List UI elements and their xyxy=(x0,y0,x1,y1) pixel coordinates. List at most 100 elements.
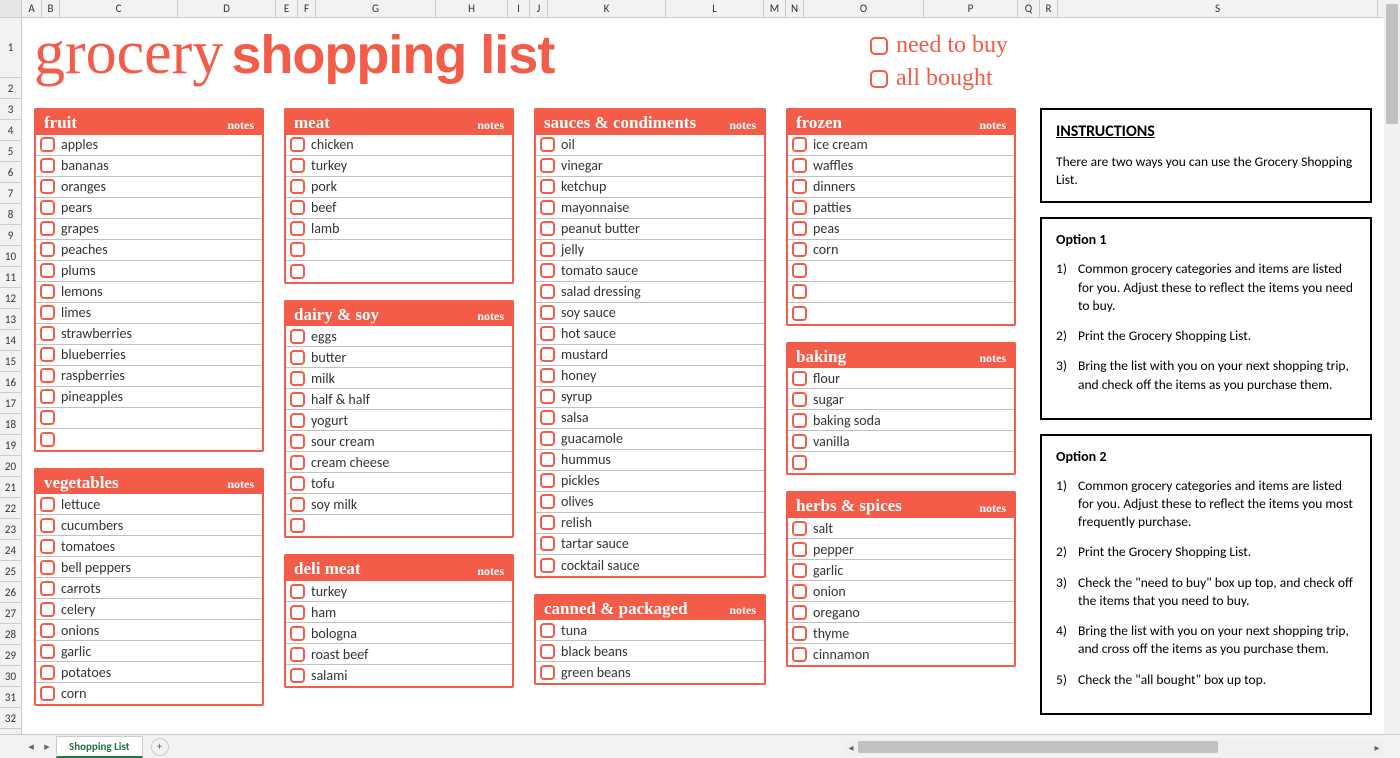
row-header[interactable]: 5 xyxy=(0,141,21,162)
row-header[interactable]: 19 xyxy=(0,435,21,456)
checkbox-icon[interactable] xyxy=(792,263,807,278)
row-header[interactable]: 12 xyxy=(0,288,21,309)
column-header[interactable]: J xyxy=(530,0,548,17)
list-item[interactable] xyxy=(286,240,512,261)
list-item[interactable] xyxy=(788,261,1014,282)
select-all-corner[interactable] xyxy=(0,0,22,17)
checkbox-icon[interactable] xyxy=(540,137,555,152)
checkbox-icon[interactable] xyxy=(540,431,555,446)
column-header[interactable]: C xyxy=(60,0,178,17)
list-item[interactable]: roast beef xyxy=(286,644,512,665)
checkbox-icon[interactable] xyxy=(540,473,555,488)
checkbox-icon[interactable] xyxy=(540,536,555,551)
checkbox-icon[interactable] xyxy=(792,392,807,407)
checkbox-icon[interactable] xyxy=(40,368,55,383)
column-header[interactable]: I xyxy=(508,0,530,17)
column-header[interactable]: G xyxy=(316,0,436,17)
checkbox-icon[interactable] xyxy=(540,347,555,362)
list-item[interactable]: blueberries xyxy=(36,345,262,366)
list-item[interactable]: plums xyxy=(36,261,262,282)
list-item[interactable] xyxy=(788,303,1014,324)
checkbox-icon[interactable] xyxy=(290,476,305,491)
list-item[interactable]: grapes xyxy=(36,219,262,240)
list-item[interactable]: ketchup xyxy=(536,177,764,198)
list-item[interactable]: pepper xyxy=(788,539,1014,560)
checkbox-icon[interactable] xyxy=(40,497,55,512)
checkbox-icon[interactable] xyxy=(40,200,55,215)
checkbox-icon[interactable] xyxy=(290,242,305,257)
row-header[interactable]: 31 xyxy=(0,687,21,708)
list-item[interactable]: honey xyxy=(536,366,764,387)
list-item[interactable]: garlic xyxy=(36,641,262,662)
checkbox-icon[interactable] xyxy=(290,647,305,662)
checkbox-icon[interactable] xyxy=(792,413,807,428)
list-item[interactable]: ice cream xyxy=(788,135,1014,156)
checkbox-icon[interactable] xyxy=(792,242,807,257)
list-item[interactable]: salsa xyxy=(536,408,764,429)
checkbox-icon[interactable] xyxy=(792,521,807,536)
row-header[interactable]: 3 xyxy=(0,99,21,120)
row-header[interactable]: 16 xyxy=(0,372,21,393)
list-item[interactable]: mustard xyxy=(536,345,764,366)
checkbox-icon[interactable] xyxy=(40,518,55,533)
row-header[interactable]: 13 xyxy=(0,309,21,330)
checkbox-icon[interactable] xyxy=(40,347,55,362)
list-item[interactable]: waffles xyxy=(788,156,1014,177)
list-item[interactable]: salt xyxy=(788,518,1014,539)
list-item[interactable]: lemons xyxy=(36,282,262,303)
list-item[interactable]: beef xyxy=(286,198,512,219)
column-header[interactable]: H xyxy=(436,0,508,17)
list-item[interactable]: pork xyxy=(286,177,512,198)
list-item[interactable]: cucumbers xyxy=(36,515,262,536)
checkbox-icon[interactable] xyxy=(290,221,305,236)
list-item[interactable] xyxy=(788,452,1014,473)
checkbox-icon[interactable] xyxy=(290,584,305,599)
list-item[interactable]: tomatoes xyxy=(36,536,262,557)
checkbox-icon[interactable] xyxy=(540,558,555,573)
list-item[interactable] xyxy=(286,261,512,282)
checkbox-icon[interactable] xyxy=(290,626,305,641)
checkbox-icon[interactable] xyxy=(290,179,305,194)
list-item[interactable]: corn xyxy=(36,683,262,704)
list-item[interactable]: bell peppers xyxy=(36,557,262,578)
checkbox-icon[interactable] xyxy=(40,179,55,194)
checkbox-icon[interactable] xyxy=(540,326,555,341)
list-item[interactable]: potatoes xyxy=(36,662,262,683)
list-item[interactable]: cream cheese xyxy=(286,452,512,473)
row-header[interactable]: 26 xyxy=(0,582,21,603)
list-item[interactable]: tomato sauce xyxy=(536,261,764,282)
list-item[interactable] xyxy=(788,282,1014,303)
list-item[interactable]: pineapples xyxy=(36,387,262,408)
row-header[interactable]: 4 xyxy=(0,120,21,141)
list-item[interactable] xyxy=(36,408,262,429)
row-header[interactable]: 18 xyxy=(0,414,21,435)
list-item[interactable]: black beans xyxy=(536,641,764,662)
list-item[interactable]: turkey xyxy=(286,156,512,177)
checkbox-icon[interactable] xyxy=(792,434,807,449)
column-header[interactable]: R xyxy=(1040,0,1058,17)
checkbox-icon[interactable] xyxy=(792,647,807,662)
list-item[interactable]: milk xyxy=(286,368,512,389)
list-item[interactable]: yogurt xyxy=(286,410,512,431)
list-item[interactable]: hot sauce xyxy=(536,324,764,345)
list-item[interactable]: patties xyxy=(788,198,1014,219)
checkbox-icon[interactable] xyxy=(870,37,888,55)
row-header[interactable]: 7 xyxy=(0,183,21,204)
checkbox-icon[interactable] xyxy=(792,306,807,321)
row-header[interactable]: 6 xyxy=(0,162,21,183)
checkbox-icon[interactable] xyxy=(40,432,55,447)
checkbox-icon[interactable] xyxy=(290,329,305,344)
list-item[interactable]: soy sauce xyxy=(536,303,764,324)
list-item[interactable]: butter xyxy=(286,347,512,368)
checkbox-icon[interactable] xyxy=(40,644,55,659)
list-item[interactable]: green beans xyxy=(536,662,764,683)
scroll-left-icon[interactable]: ◂ xyxy=(844,741,858,754)
list-item[interactable]: cinnamon xyxy=(788,644,1014,665)
list-item[interactable]: limes xyxy=(36,303,262,324)
checkbox-icon[interactable] xyxy=(290,434,305,449)
list-item[interactable]: vinegar xyxy=(536,156,764,177)
list-item[interactable]: carrots xyxy=(36,578,262,599)
column-header[interactable]: S xyxy=(1058,0,1378,17)
sheet-tab-active[interactable]: Shopping List xyxy=(56,736,143,758)
list-item[interactable]: onions xyxy=(36,620,262,641)
